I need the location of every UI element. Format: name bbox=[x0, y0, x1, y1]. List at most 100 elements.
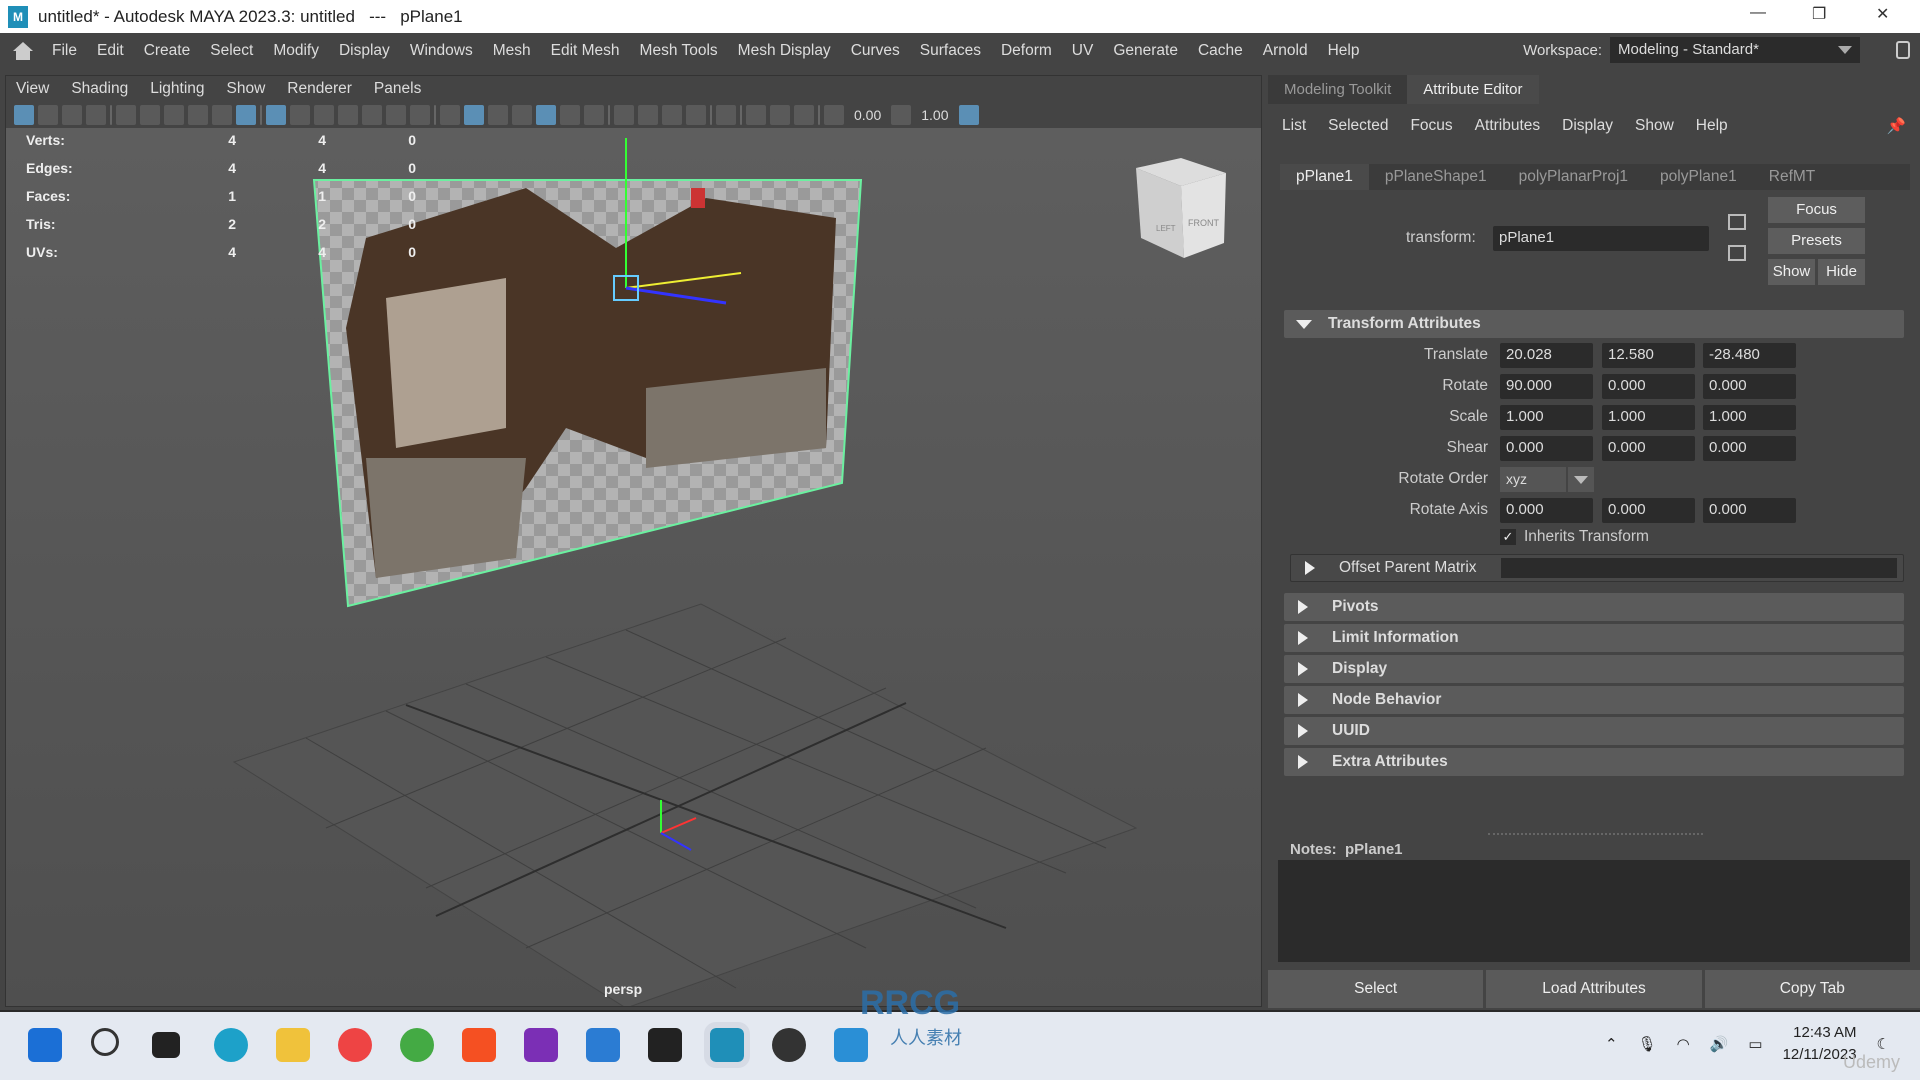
ae-menu-list[interactable]: List bbox=[1282, 117, 1306, 135]
smooth-shade-icon[interactable] bbox=[464, 105, 484, 125]
gate-mask-icon[interactable] bbox=[314, 105, 334, 125]
ae-menu-selected[interactable]: Selected bbox=[1328, 117, 1388, 135]
shadows-icon[interactable] bbox=[584, 105, 604, 125]
menu-deform[interactable]: Deform bbox=[991, 42, 1062, 60]
hide-button[interactable]: Hide bbox=[1818, 259, 1865, 285]
section-pivots[interactable]: Pivots bbox=[1284, 593, 1904, 621]
anti-aliasing-icon[interactable] bbox=[662, 105, 682, 125]
viewcube-left-label[interactable]: LEFT bbox=[1156, 224, 1176, 233]
scale-z-field[interactable]: 1.000 bbox=[1703, 405, 1796, 430]
ae-menu-focus[interactable]: Focus bbox=[1410, 117, 1452, 135]
file-explorer-icon[interactable] bbox=[276, 1028, 310, 1062]
textured-icon[interactable] bbox=[536, 105, 556, 125]
shear-yz-field[interactable]: 0.000 bbox=[1703, 436, 1796, 461]
davinci-resolve-icon[interactable] bbox=[772, 1028, 806, 1062]
section-limit-information[interactable]: Limit Information bbox=[1284, 624, 1904, 652]
wireframe-on-shaded-icon[interactable] bbox=[488, 105, 508, 125]
gamma-value[interactable]: 1.00 bbox=[915, 107, 954, 123]
xray-active-icon[interactable] bbox=[794, 105, 814, 125]
checkbox-checked-icon[interactable]: ✓ bbox=[1500, 529, 1516, 545]
vp-menu-shading[interactable]: Shading bbox=[71, 80, 128, 98]
menu-generate[interactable]: Generate bbox=[1103, 42, 1188, 60]
grease-pencil-icon[interactable] bbox=[188, 105, 208, 125]
select-button[interactable]: Select bbox=[1268, 970, 1484, 1008]
lock-camera-icon[interactable] bbox=[38, 105, 58, 125]
grid-icon[interactable] bbox=[212, 105, 232, 125]
wifi-icon[interactable]: ◠ bbox=[1677, 1035, 1690, 1053]
menu-mesh[interactable]: Mesh bbox=[483, 42, 541, 60]
safe-action-icon[interactable] bbox=[362, 105, 382, 125]
ae-menu-display[interactable]: Display bbox=[1562, 117, 1613, 135]
resize-handle[interactable] bbox=[1488, 833, 1703, 835]
inherits-transform-checkbox[interactable]: ✓ Inherits Transform bbox=[1500, 528, 1649, 546]
node-tab-pplaneshape1[interactable]: pPlaneShape1 bbox=[1369, 164, 1503, 190]
home-icon[interactable] bbox=[12, 42, 34, 60]
edge-icon[interactable] bbox=[214, 1028, 248, 1062]
tab-modeling-toolkit[interactable]: Modeling Toolkit bbox=[1268, 75, 1408, 104]
maximize-button[interactable]: ❐ bbox=[1812, 4, 1826, 24]
close-button[interactable]: ✕ bbox=[1876, 4, 1889, 24]
scale-y-field[interactable]: 1.000 bbox=[1602, 405, 1695, 430]
scale-x-field[interactable]: 1.000 bbox=[1500, 405, 1593, 430]
start-icon[interactable] bbox=[28, 1028, 62, 1062]
brave-icon[interactable] bbox=[462, 1028, 496, 1062]
chevron-up-icon[interactable]: ⌃ bbox=[1605, 1035, 1618, 1053]
hud-text-icon[interactable] bbox=[410, 105, 430, 125]
ae-menu-help[interactable]: Help bbox=[1696, 117, 1728, 135]
focus-button[interactable]: Focus bbox=[1768, 197, 1865, 223]
film-gate-icon[interactable] bbox=[236, 105, 256, 125]
chrome-icon[interactable] bbox=[338, 1028, 372, 1062]
default-material-icon[interactable] bbox=[512, 105, 532, 125]
vp-menu-panels[interactable]: Panels bbox=[374, 80, 421, 98]
translate-z-field[interactable]: -28.480 bbox=[1703, 343, 1796, 368]
menu-windows[interactable]: Windows bbox=[400, 42, 483, 60]
workspace-dropdown[interactable]: Modeling - Standard* bbox=[1610, 37, 1860, 63]
rotate-axis-y-field[interactable]: 0.000 bbox=[1602, 498, 1695, 523]
go-to-output-icon[interactable] bbox=[1728, 245, 1746, 261]
safe-title-icon[interactable] bbox=[386, 105, 406, 125]
shear-xy-field[interactable]: 0.000 bbox=[1500, 436, 1593, 461]
section-node-behavior[interactable]: Node Behavior bbox=[1284, 686, 1904, 714]
section-transform-attributes[interactable]: Transform Attributes bbox=[1284, 310, 1904, 338]
viewcube-front-label[interactable]: FRONT bbox=[1188, 218, 1219, 228]
tab-attribute-editor[interactable]: Attribute Editor bbox=[1407, 75, 1539, 104]
menu-file[interactable]: File bbox=[42, 42, 87, 60]
lock-icon[interactable] bbox=[1896, 41, 1910, 59]
vp-menu-show[interactable]: Show bbox=[227, 80, 266, 98]
maya-icon[interactable] bbox=[704, 1022, 750, 1068]
transform-name-field[interactable]: pPlane1 bbox=[1493, 226, 1709, 251]
search-icon[interactable] bbox=[91, 1028, 119, 1056]
grid-toggle-icon[interactable] bbox=[266, 105, 286, 125]
minimize-button[interactable]: — bbox=[1750, 4, 1766, 22]
node-tab-polyplanarproj1[interactable]: polyPlanarProj1 bbox=[1503, 164, 1644, 190]
vp-menu-renderer[interactable]: Renderer bbox=[287, 80, 352, 98]
bookmark-icon[interactable] bbox=[62, 105, 82, 125]
select-camera-icon[interactable] bbox=[14, 105, 34, 125]
vp-menu-view[interactable]: View bbox=[16, 80, 49, 98]
chrome-2-icon[interactable] bbox=[400, 1028, 434, 1062]
shear-xz-field[interactable]: 0.000 bbox=[1602, 436, 1695, 461]
lights-icon[interactable] bbox=[560, 105, 580, 125]
rotate-z-field[interactable]: 0.000 bbox=[1703, 374, 1796, 399]
camera-attributes-icon[interactable] bbox=[116, 105, 136, 125]
2d-pan-zoom-icon[interactable] bbox=[164, 105, 184, 125]
menu-mesh-tools[interactable]: Mesh Tools bbox=[630, 42, 728, 60]
section-display[interactable]: Display bbox=[1284, 655, 1904, 683]
node-tab-refmt[interactable]: RefMT bbox=[1753, 164, 1832, 190]
sticky-notes-icon[interactable] bbox=[648, 1028, 682, 1062]
chevron-down-icon[interactable] bbox=[1568, 467, 1594, 492]
menu-edit[interactable]: Edit bbox=[87, 42, 134, 60]
show-button[interactable]: Show bbox=[1768, 259, 1815, 285]
xray-joints-icon[interactable] bbox=[770, 105, 790, 125]
translate-x-field[interactable]: 20.028 bbox=[1500, 343, 1593, 368]
vp-menu-lighting[interactable]: Lighting bbox=[150, 80, 204, 98]
menu-help[interactable]: Help bbox=[1318, 42, 1370, 60]
task-view-icon[interactable] bbox=[152, 1032, 180, 1058]
rotate-axis-x-field[interactable]: 0.000 bbox=[1500, 498, 1593, 523]
menu-uv[interactable]: UV bbox=[1062, 42, 1104, 60]
menu-display[interactable]: Display bbox=[329, 42, 400, 60]
onenote-icon[interactable] bbox=[524, 1028, 558, 1062]
menu-surfaces[interactable]: Surfaces bbox=[910, 42, 991, 60]
ae-menu-show[interactable]: Show bbox=[1635, 117, 1674, 135]
menu-create[interactable]: Create bbox=[134, 42, 201, 60]
